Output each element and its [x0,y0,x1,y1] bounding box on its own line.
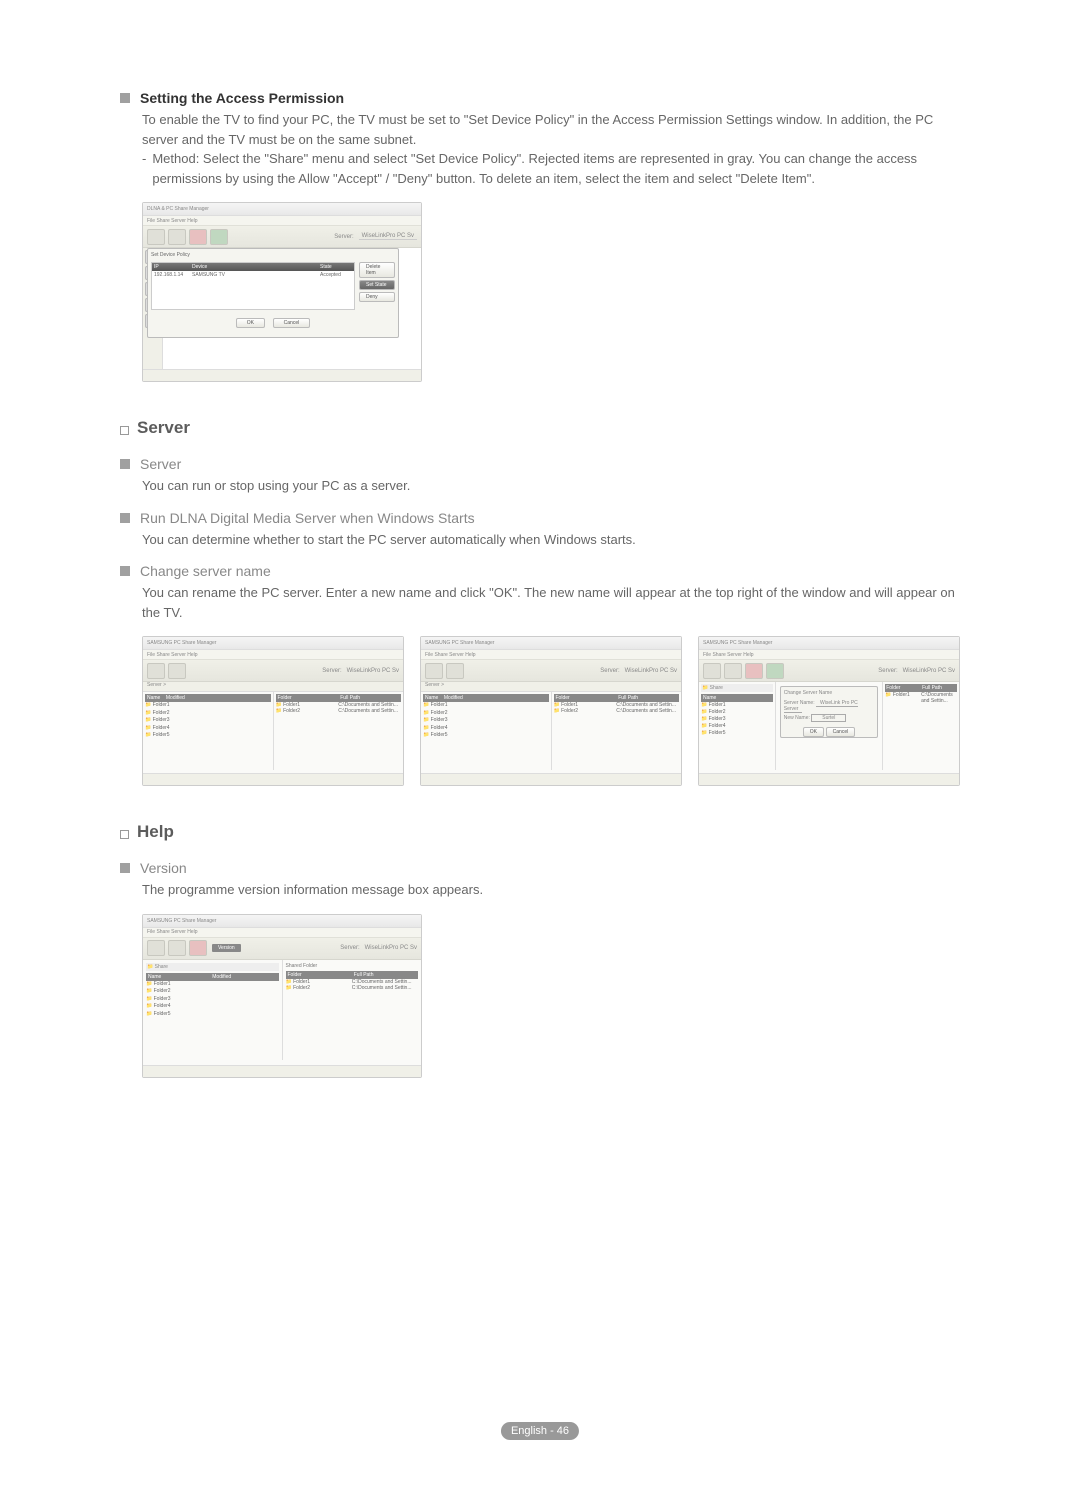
server-label: Server: [334,234,353,240]
server-item3-title: Change server name [140,563,271,579]
window-toolbar: Server: WiseLinkPro PC Sv [699,660,959,682]
access-p1: To enable the TV to find your PC, the TV… [142,110,960,149]
window-toolbar: Version Server: WiseLinkPro PC Sv [143,938,421,960]
cell-device: SAMSUNG TV [190,271,318,279]
folder-icon [425,663,443,679]
cancel-button[interactable]: Cancel [826,727,856,737]
folder-list: 📁 Folder1📁 Folder2📁 Folder3📁 Folder4📁 Fo… [146,981,279,1019]
window-titlebar: SAMSUNG PC Share Manager [143,637,403,650]
window-menubar: File Share Server Help [421,650,681,660]
unshare-icon [168,663,186,679]
bullet-icon [120,566,130,576]
help-heading: Help [137,822,174,842]
server-item2-text: You can determine whether to start the P… [142,530,960,550]
screenshot-server-1: SAMSUNG PC Share Manager File Share Serv… [142,636,404,786]
bullet-icon [120,513,130,523]
window-menubar: File Share Server Help [143,216,421,226]
sync-icon [766,663,784,679]
window-titlebar: SAMSUNG PC Share Manager [699,637,959,650]
window-titlebar: DLNA & PC Share Manager [143,203,421,216]
window-titlebar: SAMSUNG PC Share Manager [143,915,421,928]
cell-ip: 192.168.1.14 [152,271,190,279]
screenshot-server-3: SAMSUNG PC Share Manager File Share Serv… [698,636,960,786]
col-ip: IP [152,263,190,271]
folder-list: 📁 Folder1📁 Folder2📁 Folder3📁 Folder4📁 Fo… [145,702,271,740]
dialog-title: Set Device Policy [151,252,395,258]
col-device: Device [190,263,318,271]
server-heading: Server [137,418,190,438]
unshare-icon [724,663,742,679]
status-bar [143,1065,421,1077]
dash-icon: - [142,149,146,169]
refresh-icon [745,663,763,679]
sync-icon [210,229,228,245]
version-menu: Version [212,944,241,952]
change-name-dialog: Change Server Name Server Name: WiseLink… [780,686,879,738]
bullet-icon [120,863,130,873]
screenshot-access-permission: DLNA & PC Share Manager File Share Serve… [142,202,422,382]
folder-list: 📁 Folder1📁 Folder2📁 Folder3📁 Folder4📁 Fo… [423,702,549,740]
server-item1-title: Server [140,456,181,472]
server-item2-title: Run DLNA Digital Media Server when Windo… [140,510,475,526]
refresh-icon [189,940,207,956]
server-label: Server: [322,668,341,674]
deny-button[interactable]: Deny [359,292,395,302]
server-name: WiseLinkPro PC Sv [359,233,417,240]
server-item3-text: You can rename the PC server. Enter a ne… [142,583,960,622]
unshare-icon [446,663,464,679]
ok-button[interactable]: OK [236,318,265,328]
window-toolbar: Server: WiseLinkPro PC Sv [143,660,403,682]
window-menubar: File Share Server Help [699,650,959,660]
delete-item-button[interactable]: Delete Item [359,262,395,278]
screenshot-server-2: SAMSUNG PC Share Manager File Share Serv… [420,636,682,786]
status-bar [421,773,681,785]
ok-button[interactable]: OK [803,727,824,737]
outline-box-icon [120,426,129,435]
help-item1-text: The programme version information messag… [142,880,960,900]
server-item1-text: You can run or stop using your PC as a s… [142,476,960,496]
set-state-button[interactable]: Set State [359,280,395,290]
help-item1-title: Version [140,860,187,876]
refresh-icon [189,229,207,245]
window-menubar: File Share Server Help [143,928,421,938]
status-bar [143,369,421,381]
screenshot-help: SAMSUNG PC Share Manager File Share Serv… [142,914,422,1078]
col-state: State [318,263,354,271]
access-title: Setting the Access Permission [140,90,344,106]
main-area: Set Device Policy IP Device State 192.16… [163,248,421,369]
status-bar [699,773,959,785]
status-bar [143,773,403,785]
window-menubar: File Share Server Help [143,650,403,660]
bullet-icon [120,93,130,103]
page-number: English - 46 [501,1422,579,1440]
folder-icon [147,229,165,245]
folder-list: 📁 Folder1📁 Folder2📁 Folder3📁 Folder4📁 Fo… [701,702,773,737]
cancel-button[interactable]: Cancel [273,318,311,328]
folder-icon [703,663,721,679]
folder-icon [147,663,165,679]
folder-icon [147,940,165,956]
window-toolbar: Server: WiseLinkPro PC Sv [143,226,421,248]
device-policy-dialog: Set Device Policy IP Device State 192.16… [147,248,399,338]
bullet-icon [120,459,130,469]
window-toolbar: Server: WiseLinkPro PC Sv [421,660,681,682]
cell-state: Accepted [318,271,354,279]
server-name: WiseLinkPro PC Sv [347,668,399,674]
access-p2: Method: Select the "Share" menu and sele… [152,149,960,188]
window-titlebar: SAMSUNG PC Share Manager [421,637,681,650]
unshare-icon [168,940,186,956]
outline-box-icon [120,830,129,839]
dialog-label: Change Server Name [784,690,875,696]
unshare-icon [168,229,186,245]
